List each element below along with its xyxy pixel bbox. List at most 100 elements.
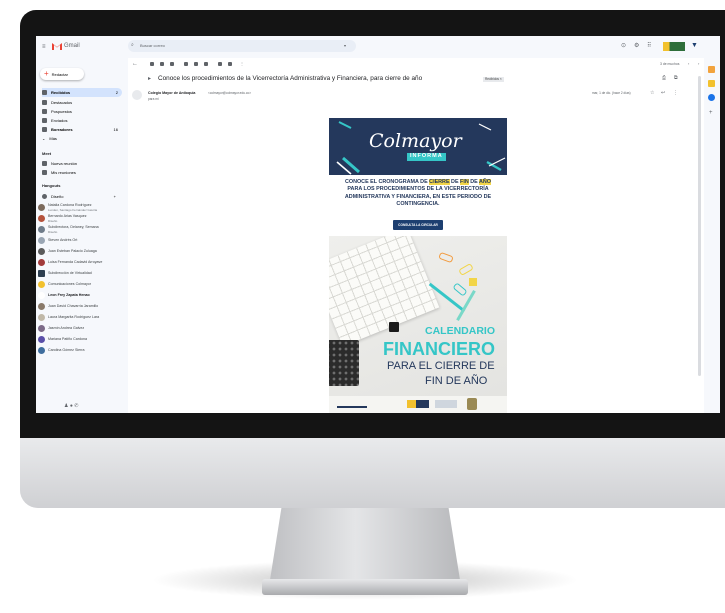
contact-item[interactable]: Jasmín Andrea Galvez bbox=[38, 323, 124, 333]
delete-icon[interactable] bbox=[170, 62, 174, 66]
label-icon[interactable] bbox=[228, 62, 232, 66]
back-arrow-icon[interactable]: ← bbox=[132, 61, 138, 67]
draft-icon bbox=[42, 127, 47, 132]
web-link-bar[interactable] bbox=[337, 406, 367, 408]
nav-item-inbox[interactable]: Recibidos 2 bbox=[42, 88, 122, 97]
label-icon-subject: ▸ bbox=[148, 76, 152, 82]
poster-photo: CALENDARIO FINANCIERO PARA EL CIERRE DE … bbox=[329, 236, 507, 413]
search-options-icon[interactable]: ▾ bbox=[344, 44, 346, 48]
contact-item[interactable]: Subdirección de Virtualidad bbox=[38, 268, 124, 278]
paper-clip bbox=[458, 262, 474, 277]
archive-icon[interactable] bbox=[150, 62, 154, 66]
tasks-app-icon[interactable] bbox=[708, 94, 715, 101]
paper-clip bbox=[452, 282, 468, 297]
contact-item[interactable]: Juan Esteban Palacio Zuluaga bbox=[38, 246, 124, 256]
contact-item[interactable]: Bernardo Arias Vasquez Diseño bbox=[38, 213, 124, 223]
cal-title-line4: FIN DE AÑO bbox=[425, 375, 488, 387]
add-task-icon[interactable] bbox=[204, 62, 208, 66]
help-icon[interactable]: ⊙ bbox=[621, 43, 626, 49]
nav-item-drafts[interactable]: Borradores 16 bbox=[42, 125, 122, 134]
email-subject: Conoce los procedimientos de la Vicerrec… bbox=[158, 75, 423, 82]
nav-item-starred[interactable]: Destacados bbox=[42, 98, 122, 107]
spam-icon[interactable] bbox=[160, 62, 164, 66]
avatar bbox=[38, 313, 45, 321]
meet-new-meeting[interactable]: Nueva reunión bbox=[42, 159, 122, 168]
calculator bbox=[329, 340, 359, 386]
footer-logos bbox=[329, 396, 507, 413]
sender-name: Colegio Mayor de Antioquia bbox=[148, 91, 196, 95]
gmail-header: ≡ Gmail ⌕ Buscar correo ▾ ⊙ ⚙ ⠿ ▼ bbox=[36, 36, 720, 58]
monitor-stand-base bbox=[262, 579, 468, 595]
pager-text: 3 de muchos bbox=[660, 62, 680, 66]
meet-heading: Meet bbox=[42, 151, 52, 156]
print-icon[interactable]: ⎙ bbox=[662, 76, 666, 81]
contact-item[interactable]: Carolina Gómez Sierra bbox=[38, 345, 124, 355]
app-name: Gmail bbox=[64, 43, 80, 49]
search-placeholder: Buscar correo bbox=[140, 43, 165, 48]
more-options-icon[interactable]: ⋮ bbox=[240, 62, 244, 66]
poster-headline: CONOCE EL CRONOGRAMA DE CIERRE DE FIN DE… bbox=[344, 179, 492, 207]
contact-item[interactable]: Subdirectora, Delaney, Semana Diseño bbox=[38, 224, 124, 234]
contact-item[interactable]: Juan David Chavarría Jaramillo bbox=[38, 301, 124, 311]
screen: ≡ Gmail ⌕ Buscar correo ▾ ⊙ ⚙ ⠿ ▼ + Reda… bbox=[36, 36, 720, 413]
hangouts-user[interactable]: Diseño + bbox=[42, 192, 122, 201]
scrollbar[interactable] bbox=[698, 76, 701, 376]
nav-item-snoozed[interactable]: Pospuestos bbox=[42, 107, 122, 116]
avatar bbox=[38, 236, 45, 244]
consult-circular-button[interactable]: CONSULTA LA CIRCULAR bbox=[393, 220, 443, 230]
avatar bbox=[38, 324, 45, 332]
nav-item-sent[interactable]: Enviados bbox=[42, 116, 122, 125]
calendar-app-icon[interactable] bbox=[708, 66, 715, 73]
contact-item[interactable]: Natalia Cardona Rodríguez Lunden, Santiag… bbox=[38, 202, 124, 212]
contact-item[interactable]: Mariana Patiño Cardona bbox=[38, 334, 124, 344]
email-poster: Colmayor INFORMA CONOCE EL CRONOGRAMA DE… bbox=[329, 118, 507, 413]
chevron-down-icon: ⌄ bbox=[42, 136, 46, 141]
hangouts-heading: Hangouts bbox=[42, 183, 61, 188]
avatar bbox=[38, 258, 45, 266]
compose-button[interactable]: + Redactar bbox=[40, 68, 84, 80]
nav-item-more[interactable]: ⌄ Más bbox=[42, 134, 122, 143]
open-new-window-icon[interactable]: ⧉ bbox=[674, 76, 678, 81]
reply-icon[interactable]: ↩ bbox=[661, 91, 665, 96]
inbox-icon bbox=[42, 90, 47, 95]
more-icon[interactable]: ⋮ bbox=[673, 91, 678, 96]
avatar bbox=[38, 203, 45, 211]
search-icon[interactable]: ⌕ bbox=[131, 43, 134, 48]
hangouts-footer-icons[interactable]: ♟ ● ✆ bbox=[64, 404, 78, 409]
contact-item[interactable]: Steven Andrés Ort bbox=[38, 235, 124, 245]
avatar bbox=[38, 302, 45, 310]
star-icon[interactable]: ☆ bbox=[650, 91, 654, 96]
avatar bbox=[38, 214, 45, 222]
compose-label: Redactar bbox=[51, 71, 68, 77]
keep-app-icon[interactable] bbox=[708, 80, 715, 87]
plus-icon: + bbox=[44, 69, 49, 78]
apps-icon[interactable]: ⠿ bbox=[647, 43, 651, 49]
search-input[interactable]: ⌕ Buscar correo ▾ bbox=[128, 40, 356, 52]
gmail-logo-icon[interactable] bbox=[52, 42, 62, 50]
sticky-note bbox=[469, 278, 477, 286]
email-date: mar, 1 de dic. (hace 2 días) bbox=[592, 91, 631, 95]
settings-icon[interactable]: ⚙ bbox=[634, 43, 639, 49]
poster-logo-sub: INFORMA bbox=[407, 153, 446, 161]
avatar bbox=[38, 280, 45, 288]
meet-my-meetings[interactable]: Mis reuniones bbox=[42, 168, 122, 177]
prev-icon[interactable]: ‹ bbox=[688, 62, 689, 66]
menu-icon[interactable]: ≡ bbox=[42, 44, 46, 50]
binder-clip bbox=[389, 322, 399, 332]
move-icon[interactable] bbox=[218, 62, 222, 66]
add-addon-icon[interactable]: + bbox=[709, 110, 713, 116]
account-avatar[interactable]: ▼ bbox=[691, 42, 698, 49]
cal-title-line3: PARA EL CIERRE DE bbox=[387, 360, 495, 372]
contact-item[interactable]: Leon Frey Zapata Henao bbox=[38, 290, 124, 300]
contact-item[interactable]: Comunicaciones Colmayor bbox=[38, 279, 124, 289]
next-icon[interactable]: › bbox=[698, 62, 699, 66]
avatar bbox=[38, 225, 45, 233]
contact-item[interactable]: Laura Margarita Rodríguez Lara bbox=[38, 312, 124, 322]
mark-unread-icon[interactable] bbox=[184, 62, 188, 66]
monitor-chin bbox=[20, 438, 725, 508]
label-tag[interactable]: Recibidos × bbox=[483, 77, 504, 83]
add-icon[interactable]: + bbox=[114, 194, 122, 199]
snooze-icon[interactable] bbox=[194, 62, 198, 66]
cal-title-line2: FINANCIERO bbox=[383, 339, 495, 359]
contact-item[interactable]: Luisa Fernanda Cadavid Arroyave bbox=[38, 257, 124, 267]
